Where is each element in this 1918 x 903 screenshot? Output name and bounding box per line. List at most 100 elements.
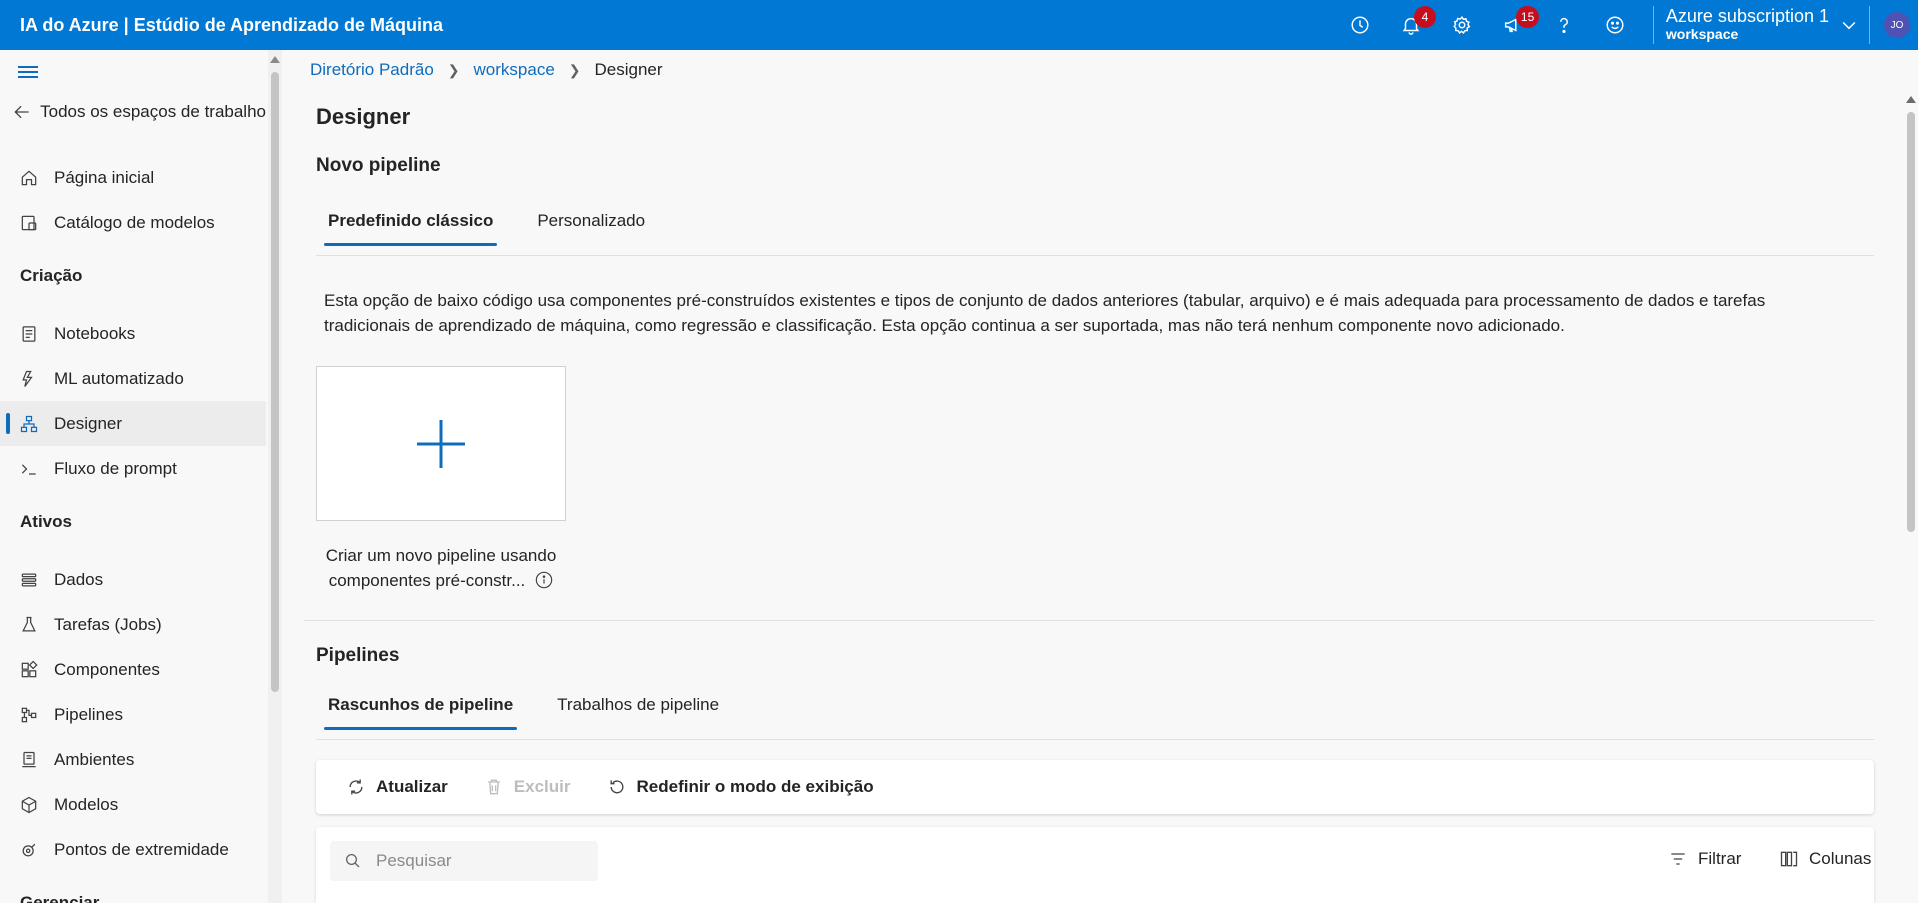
sidebar-item-label: Ambientes: [54, 749, 135, 769]
columns-button[interactable]: Colunas: [1779, 849, 1871, 869]
sidebar-item-designer[interactable]: Designer: [0, 401, 266, 446]
sidebar-item-all-workspaces[interactable]: Todos os espaços de trabalho: [0, 89, 266, 134]
tab-classic-prebuilt[interactable]: Predefinido clássico: [324, 196, 498, 246]
history-icon[interactable]: [1335, 0, 1386, 50]
sidebar-item-notebooks[interactable]: Notebooks: [0, 311, 266, 356]
sidebar-scrollbar[interactable]: [268, 50, 282, 903]
divider: [316, 255, 1874, 256]
notebook-icon: [0, 324, 54, 344]
reset-view-button[interactable]: Redefinir o modo de exibição: [607, 777, 874, 797]
data-icon: [0, 570, 54, 590]
tab-custom[interactable]: Personalizado: [533, 196, 649, 246]
pipelines-tabs: Rascunhos de pipeline Trabalhos de pipel…: [324, 680, 759, 730]
menu-icon[interactable]: [18, 64, 40, 80]
environment-icon: [0, 750, 54, 770]
sidebar-item-label: Notebooks: [54, 323, 136, 343]
sidebar-item-environments[interactable]: Ambientes: [0, 737, 266, 782]
filter-label: Filtrar: [1698, 849, 1742, 868]
sidebar-item-data[interactable]: Dados: [0, 557, 266, 602]
components-icon: [0, 660, 54, 680]
smiley-button[interactable]: [1590, 0, 1641, 50]
create-pipeline-card[interactable]: [316, 366, 566, 521]
notifications-badge: 4: [1413, 6, 1436, 28]
refresh-label: Atualizar: [376, 777, 448, 796]
sidebar-item-label: Designer: [54, 413, 123, 433]
search-input[interactable]: [376, 851, 576, 871]
endpoint-icon: [0, 840, 54, 860]
top-bar: IA do Azure | Estúdio de Aprendizado de …: [0, 0, 1918, 50]
filter-button[interactable]: Filtrar: [1668, 849, 1741, 869]
breadcrumb: Diretório Padrão ❯ workspace ❯ Designer: [310, 60, 663, 80]
columns-label: Colunas: [1809, 849, 1872, 868]
sidebar-item-pipelines[interactable]: Pipelines: [0, 692, 266, 737]
create-pipeline-label: Criar um novo pipeline usando componente…: [316, 543, 566, 593]
sidebar-item-model-catalog[interactable]: Catálogo de modelos: [0, 200, 266, 245]
divider: [304, 620, 1874, 621]
divider: [316, 739, 1874, 740]
help-icon: [1560, 17, 1569, 34]
sidebar-item-endpoints[interactable]: Pontos de extremidade: [0, 827, 266, 872]
sidebar-item-prompt-flow[interactable]: Fluxo de prompt: [0, 446, 266, 491]
create-pipeline-label-line1: Criar um novo pipeline usando: [325, 546, 557, 565]
breadcrumb-workspace[interactable]: workspace: [474, 60, 555, 80]
chevron-right-icon: ❯: [447, 61, 460, 78]
search-icon: [345, 853, 360, 868]
chevron-down-icon[interactable]: [1829, 0, 1869, 50]
tab-pipeline-jobs[interactable]: Trabalhos de pipeline: [553, 680, 723, 730]
sidebar-item-label: Catálogo de modelos: [54, 212, 215, 232]
flask-icon: [0, 615, 54, 635]
subscription-name: Azure subscription 1: [1665, 6, 1829, 27]
filter-icon: [1671, 853, 1685, 865]
trash-icon: [487, 779, 500, 795]
breadcrumb-current: Designer: [594, 60, 663, 79]
arrow-left-icon: [0, 102, 40, 122]
cube-icon: [0, 795, 54, 815]
sidebar-item-label: Todos os espaços de trabalho: [40, 101, 266, 121]
info-icon[interactable]: [535, 571, 553, 589]
flask-lightning-icon: [0, 369, 54, 389]
help-button[interactable]: [1539, 0, 1590, 50]
breadcrumb-directory[interactable]: Diretório Padrão: [310, 60, 434, 80]
delete-button[interactable]: Excluir: [484, 777, 571, 797]
sidebar-item-home[interactable]: Página inicial: [0, 155, 266, 200]
separator: [1652, 6, 1654, 44]
catalog-icon: [0, 213, 54, 233]
pipelines-toolbar: Atualizar Excluir Redefinir o modo de ex…: [316, 760, 1874, 814]
undo-icon: [610, 780, 623, 794]
sidebar-item-jobs[interactable]: Tarefas (Jobs): [0, 602, 266, 647]
notifications-button[interactable]: 4: [1386, 0, 1437, 50]
subscription-selector[interactable]: Azure subscription 1 workspace: [1666, 7, 1829, 42]
sidebar-item-label: Modelos: [54, 794, 119, 814]
sidebar-item-label: Fluxo de prompt: [54, 458, 177, 478]
settings-button[interactable]: [1437, 0, 1488, 50]
feedback-badge: 15: [1515, 6, 1540, 28]
main-content: Diretório Padrão ❯ workspace ❯ Designer …: [282, 50, 1900, 903]
section-manage: Gerenciar: [20, 893, 100, 903]
pipeline-icon: [0, 705, 54, 725]
sidebar-item-components[interactable]: Componentes: [0, 647, 266, 692]
avatar[interactable]: JO: [1884, 12, 1910, 38]
sidebar-item-label: Componentes: [54, 659, 160, 679]
pipelines-list-panel: Filtrar Colunas: [316, 827, 1874, 903]
search-box[interactable]: [330, 841, 598, 881]
sidebar-item-automl[interactable]: ML automatizado: [0, 356, 266, 401]
designer-icon: [0, 414, 54, 434]
sidebar-item-label: Pipelines: [54, 704, 123, 724]
sidebar-item-label: Dados: [54, 569, 104, 589]
sidebar-item-label: Página inicial: [54, 167, 155, 187]
feedback-button[interactable]: 15: [1488, 0, 1540, 50]
main-scrollbar[interactable]: [1904, 90, 1918, 903]
sidebar-item-models[interactable]: Modelos: [0, 782, 266, 827]
section-assets: Ativos: [20, 512, 72, 531]
gear-icon: [1453, 16, 1471, 34]
new-pipeline-tabs: Predefinido clássico Personalizado: [324, 196, 685, 246]
tab-pipeline-drafts[interactable]: Rascunhos de pipeline: [324, 680, 518, 730]
sidebar-item-label: Tarefas (Jobs): [54, 614, 162, 634]
section-authoring: Criação: [20, 266, 83, 285]
home-icon: [0, 168, 54, 188]
top-bar-actions: 4 15 Azure subscription 1 workspace JO: [1335, 0, 1918, 50]
refresh-button[interactable]: Atualizar: [346, 777, 448, 797]
app-title[interactable]: IA do Azure | Estúdio de Aprendizado de …: [0, 15, 443, 36]
smiley-icon: [1606, 16, 1624, 34]
pipelines-title: Pipelines: [316, 645, 400, 666]
